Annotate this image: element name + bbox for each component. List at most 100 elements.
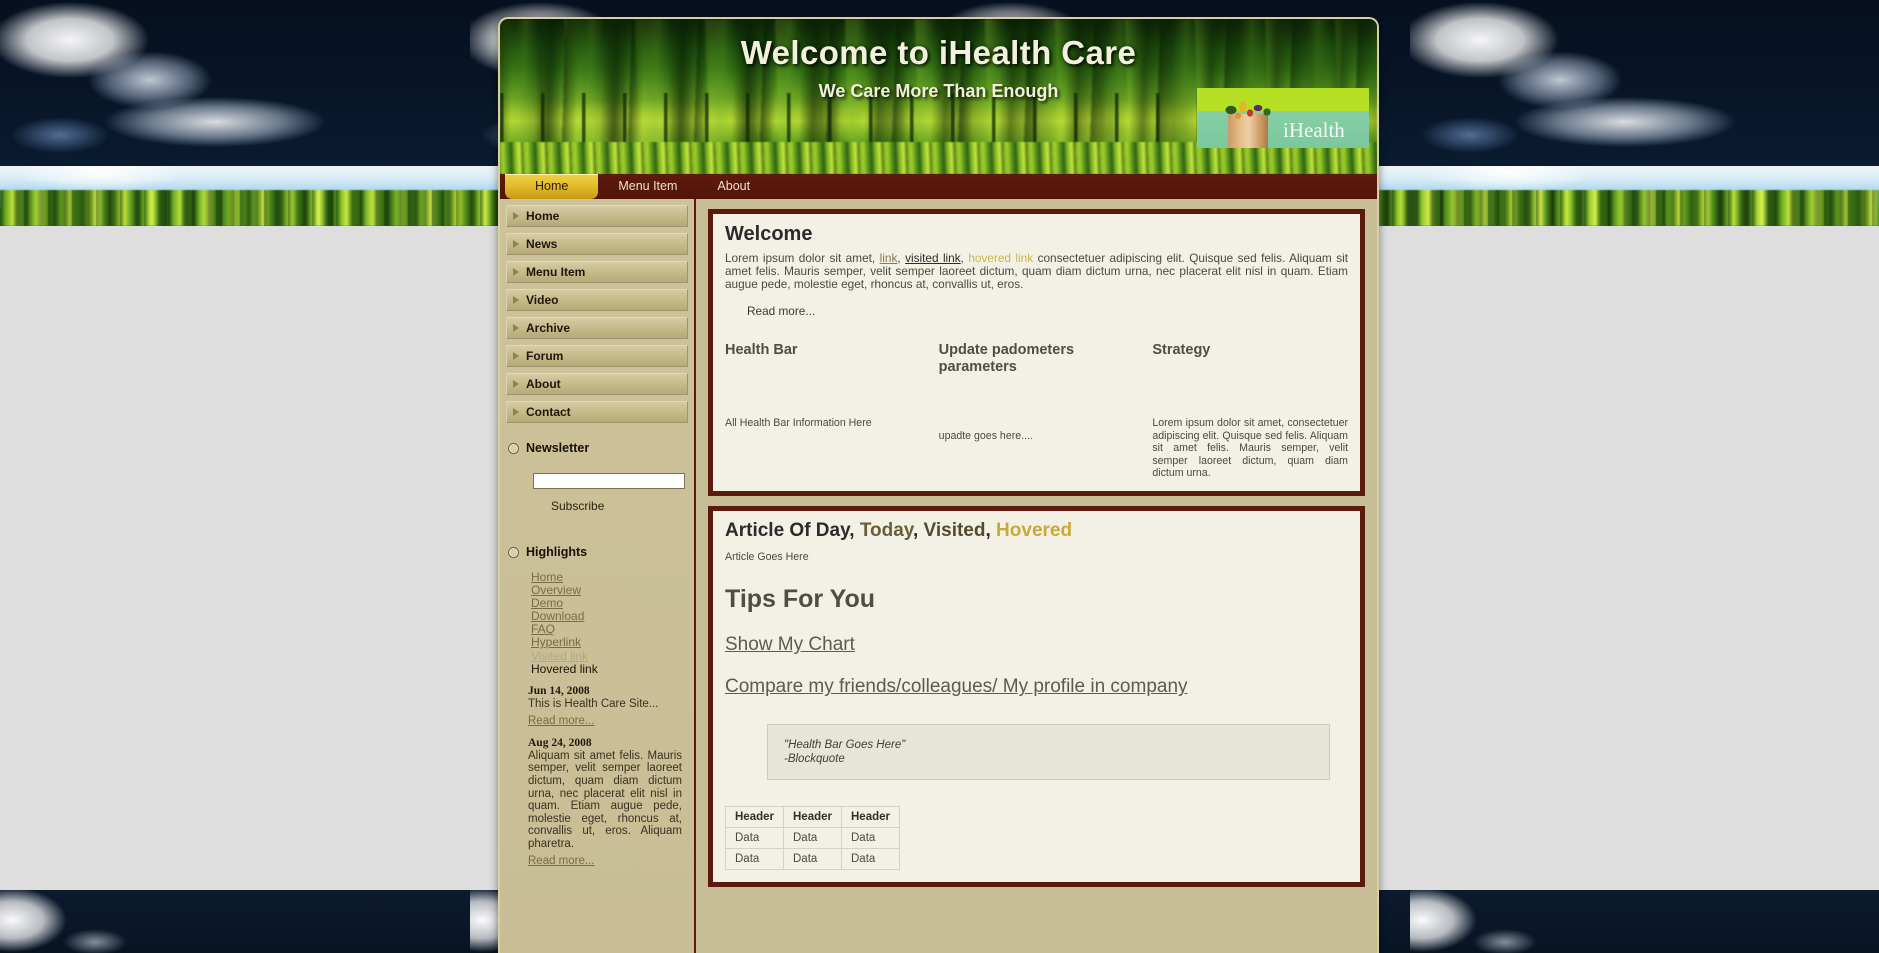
tab-home[interactable]: Home [505, 174, 599, 199]
column-spacer [725, 359, 921, 417]
tips-heading: Tips For You [725, 585, 876, 614]
ring-bullet-icon [508, 546, 519, 558]
newsletter-title: Newsletter [526, 441, 590, 455]
feature-column-padometers: Update padometers parameters upadte goes… [939, 342, 1153, 479]
highlight-link-overview[interactable]: Overview [531, 583, 581, 597]
arrow-right-icon [513, 212, 519, 220]
welcome-read-more-link[interactable]: Read more... [747, 304, 815, 318]
sidebar-item-label: About [526, 377, 561, 391]
comma-1: , [849, 520, 860, 542]
highlight-link-download[interactable]: Download [531, 609, 584, 623]
news-read-more-link[interactable]: Read more... [528, 715, 594, 727]
site-logo[interactable]: iHealth [1197, 88, 1369, 148]
list-item[interactable]: Hovered link [531, 662, 688, 676]
grocery-bag-vegetables-icon [1221, 96, 1275, 148]
column-header: Header [841, 806, 900, 829]
feature-body: upadte goes here.... [938, 430, 1033, 443]
article-panel: Article Of Day, Today, Visited, Hovered … [708, 506, 1365, 888]
logo-label: iHealth [1283, 118, 1345, 142]
sidebar-item-archive[interactable]: Archive [506, 317, 688, 339]
sidebar-item-about[interactable]: About [506, 373, 688, 395]
tab-home-link[interactable]: Home [505, 174, 599, 199]
sidebar-item-label: Contact [526, 405, 571, 419]
comma-3: , [985, 520, 997, 542]
arrow-right-icon [513, 380, 519, 388]
highlight-link-demo[interactable]: Demo [531, 596, 563, 610]
sidebar: Home News Menu Item Video Archive Forum [500, 199, 696, 953]
column-header: Header [725, 806, 784, 829]
news-read-more-link[interactable]: Read more... [528, 855, 594, 867]
welcome-heading: Welcome [725, 223, 813, 245]
blockquote-line-2: -Blockquote [784, 753, 845, 766]
highlight-link-faq[interactable]: FAQ [531, 622, 555, 636]
highlight-link-hyperlink[interactable]: Hyperlink [531, 635, 581, 649]
sidebar-item-contact[interactable]: Contact [506, 401, 688, 423]
main-content: Welcome Lorem ipsum dolor sit amet, link… [696, 199, 1377, 908]
article-subtitle: Article Goes Here [725, 551, 809, 564]
list-item[interactable]: Download [531, 610, 688, 623]
table-cell: Data [725, 827, 784, 850]
feature-title: Strategy [1152, 342, 1211, 359]
highlights-widget: Highlights Home Overview Demo Download F… [506, 545, 688, 675]
table-row: Data Data Data [725, 827, 900, 850]
page-title: Welcome to iHealth Care [740, 34, 1137, 71]
tab-menu-item[interactable]: Menu Item [598, 174, 697, 199]
sidebar-item-label: Home [526, 209, 560, 223]
table-cell: Data [841, 827, 900, 850]
tab-menu-item-link[interactable]: Menu Item [598, 174, 697, 199]
news-body: This is Health Care Site... [528, 698, 659, 711]
arrow-right-icon [513, 324, 519, 332]
arrow-right-icon [513, 296, 519, 304]
sidebar-item-video[interactable]: Video [506, 289, 688, 311]
tab-about[interactable]: About [697, 174, 770, 199]
article-heading-part-2: Today [859, 520, 913, 542]
highlights-title: Highlights [526, 545, 588, 559]
highlights-link-list: Home Overview Demo Download FAQ Hyperlin… [506, 571, 688, 675]
list-item[interactable]: FAQ [531, 623, 688, 636]
compare-profile-link[interactable]: Compare my friends/colleagues/ My profil… [725, 676, 1348, 698]
show-my-chart-link[interactable]: Show My Chart [725, 634, 1348, 656]
tab-about-link[interactable]: About [697, 174, 770, 199]
ring-bullet-icon [508, 442, 519, 454]
list-item[interactable]: Home [531, 571, 688, 584]
blockquote-line-1: "Health Bar Goes Here" [784, 739, 906, 752]
feature-body: Lorem ipsum dolor sit amet, consectetuer… [1152, 417, 1349, 480]
highlight-link-home[interactable]: Home [531, 570, 563, 584]
newsletter-title-row: Newsletter [506, 441, 688, 455]
list-item[interactable]: Demo [531, 597, 688, 610]
article-heading-part-3: Visited [923, 520, 986, 542]
sidebar-item-news[interactable]: News [506, 233, 688, 255]
arrow-right-icon [513, 268, 519, 276]
table-body: Data Data Data Data Data Data [725, 827, 900, 871]
body-columns: Home News Menu Item Video Archive Forum [500, 199, 1377, 953]
data-table: Header Header Header Data Data Data Data [725, 806, 900, 871]
sidebar-item-forum[interactable]: Forum [506, 345, 688, 367]
highlight-link-hovered[interactable]: Hovered link [531, 662, 598, 676]
news-entry: Aug 24, 2008 Aliquam sit amet felis. Mau… [506, 737, 688, 869]
newsletter-email-input[interactable] [533, 473, 685, 489]
article-heading: Article Of Day, Today, Visited, Hovered [725, 520, 1348, 542]
list-item[interactable]: Visited link [531, 649, 688, 663]
table-cell: Data [783, 848, 842, 871]
bag-vegetables [1223, 99, 1273, 121]
sidebar-item-label: Forum [526, 349, 564, 363]
highlights-title-row: Highlights [506, 545, 688, 559]
comma-2: , [912, 520, 924, 542]
feature-column-strategy: Strategy Lorem ipsum dolor sit amet, con… [1152, 342, 1348, 479]
column-spacer [1152, 359, 1348, 417]
subscribe-button[interactable]: Subscribe [551, 499, 604, 513]
list-item[interactable]: Overview [531, 584, 688, 597]
site-container: Welcome to iHealth Care We Care More Tha… [498, 17, 1379, 953]
arrow-right-icon [513, 352, 519, 360]
header-banner: Welcome to iHealth Care We Care More Tha… [500, 19, 1377, 174]
list-item[interactable]: Hyperlink [531, 636, 688, 649]
arrow-right-icon [513, 408, 519, 416]
highlight-link-visited[interactable]: Visited link [531, 649, 588, 663]
sidebar-item-home[interactable]: Home [506, 205, 688, 227]
table-row: Data Data Data [725, 848, 900, 871]
welcome-panel: Welcome Lorem ipsum dolor sit amet, link… [708, 209, 1365, 497]
news-entry: Jun 14, 2008 This is Health Care Site...… [506, 685, 688, 729]
sidebar-item-menu-item[interactable]: Menu Item [506, 261, 688, 283]
column-header: Header [783, 806, 842, 829]
arrow-right-icon [513, 240, 519, 248]
